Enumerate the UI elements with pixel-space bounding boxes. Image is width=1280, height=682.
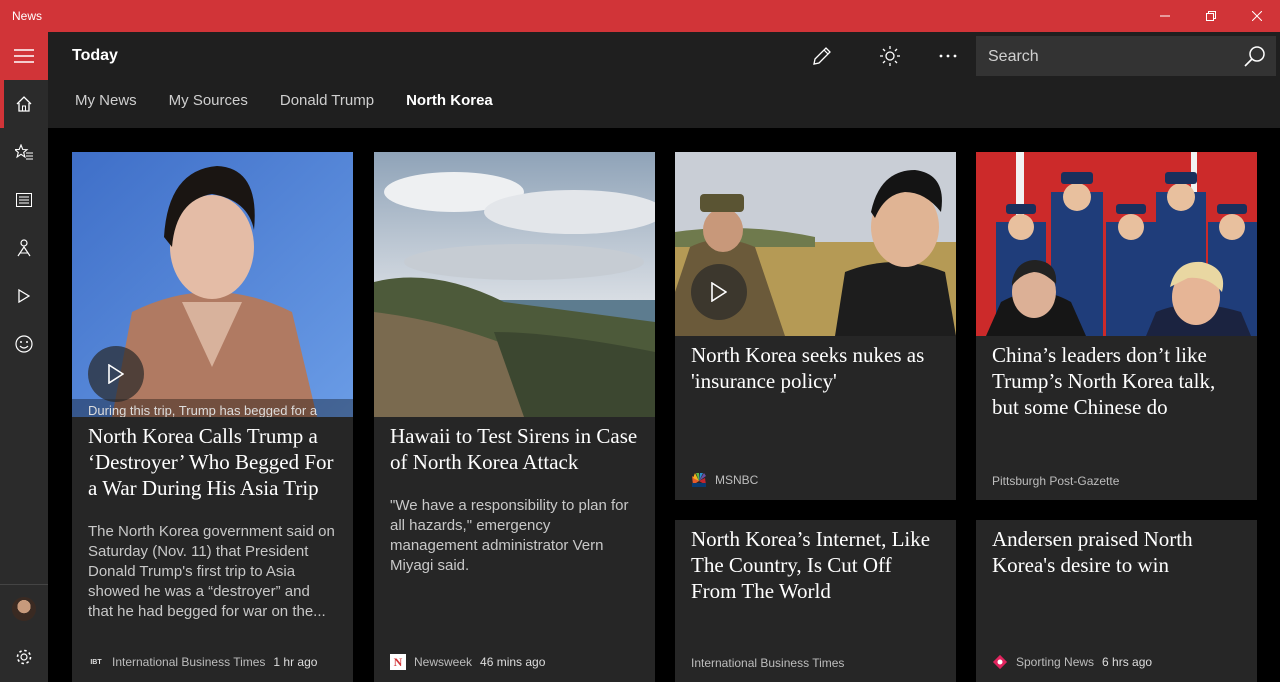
newsweek-logo: N	[390, 654, 406, 670]
source-name: International Business Times	[112, 655, 266, 669]
gear-icon	[16, 649, 32, 665]
topic-tabs: My News My Sources Donald Trump North Ko…	[75, 92, 525, 109]
rail-favorites[interactable]	[0, 128, 48, 176]
article-headline[interactable]: North Korea’s Internet, Like The Country…	[691, 526, 942, 604]
article-source: IBT International Business Times 1 hr ag…	[88, 654, 317, 670]
rail-video[interactable]	[0, 272, 48, 320]
article-headline[interactable]: Andersen praised North Korea's desire to…	[992, 526, 1243, 578]
title-bar: News	[0, 0, 1280, 32]
brightness-button[interactable]	[870, 38, 910, 74]
article-time: 46 mins ago	[480, 655, 546, 669]
search-input[interactable]: Search	[988, 48, 1039, 66]
sporting-news-logo	[992, 654, 1008, 670]
ibt-logo: IBT	[90, 658, 102, 666]
article-card[interactable]: Hawaii to Test Sirens in Case of North K…	[374, 152, 655, 682]
article-time: 1 hr ago	[273, 655, 318, 669]
app-title: News	[12, 9, 43, 23]
article-source: N Newsweek 46 mins ago	[390, 654, 545, 670]
tab-donald-trump[interactable]: Donald Trump	[280, 92, 374, 109]
msnbc-logo	[691, 472, 707, 488]
navigation-rail	[0, 32, 48, 682]
article-time: 6 hrs ago	[1102, 655, 1153, 669]
rail-home[interactable]	[0, 80, 48, 128]
rail-interests[interactable]	[0, 224, 48, 272]
rail-account[interactable]	[0, 585, 48, 633]
article-headline[interactable]: North Korea Calls Trump a ‘Destroyer’ Wh…	[88, 423, 339, 501]
home-icon	[16, 96, 32, 112]
search-box[interactable]: Search	[976, 36, 1276, 76]
article-source: MSNBC	[691, 472, 758, 488]
avatar	[12, 597, 36, 621]
restore-button[interactable]	[1188, 0, 1234, 32]
article-image	[374, 152, 655, 417]
close-icon	[1252, 11, 1262, 21]
article-source: International Business Times	[691, 656, 844, 670]
rail-settings[interactable]	[0, 633, 48, 681]
close-button[interactable]	[1234, 0, 1280, 32]
article-image: During this trip, Trump has begged for a	[72, 152, 353, 417]
article-card[interactable]: North Korea’s Internet, Like The Country…	[675, 520, 956, 682]
play-video-button[interactable]	[691, 264, 747, 320]
minimize-button[interactable]	[1142, 0, 1188, 32]
page-title: Today	[72, 47, 118, 64]
article-headline[interactable]: China’s leaders don’t like Trump’s North…	[992, 342, 1243, 420]
article-headline[interactable]: Hawaii to Test Sirens in Case of North K…	[390, 423, 641, 475]
article-image	[976, 152, 1257, 336]
article-card[interactable]: China’s leaders don’t like Trump’s North…	[976, 152, 1257, 500]
pencil-icon	[813, 47, 831, 65]
article-source: Pittsburgh Post-Gazette	[992, 474, 1119, 488]
favorites-icon	[15, 144, 33, 160]
source-name: MSNBC	[715, 473, 759, 487]
article-card[interactable]: Andersen praised North Korea's desire to…	[976, 520, 1257, 682]
tab-my-sources[interactable]: My Sources	[169, 92, 248, 109]
source-name: Newsweek	[414, 655, 473, 669]
article-headline[interactable]: North Korea seeks nukes as 'insurance po…	[691, 342, 942, 394]
more-options-button[interactable]	[928, 38, 968, 74]
video-play-icon	[18, 289, 30, 303]
rail-emoji[interactable]	[0, 320, 48, 368]
source-name: Pittsburgh Post-Gazette	[992, 474, 1120, 488]
article-card[interactable]: North Korea seeks nukes as 'insurance po…	[675, 152, 956, 500]
article-snippet: The North Korea government said on Satur…	[88, 523, 335, 620]
sun-icon	[880, 46, 900, 66]
person-interests-icon	[17, 239, 31, 257]
tab-my-news[interactable]: My News	[75, 92, 137, 109]
play-icon	[108, 364, 124, 384]
rail-local[interactable]	[0, 176, 48, 224]
app-header: Today Search My News My Sources Donald T…	[48, 32, 1280, 128]
search-icon[interactable]	[1244, 45, 1266, 67]
restore-icon	[1206, 11, 1216, 21]
article-image	[675, 152, 956, 336]
play-icon	[711, 282, 727, 302]
newspaper-icon	[16, 193, 32, 207]
hamburger-menu-button[interactable]	[0, 32, 48, 80]
article-snippet: "We have a responsibility to plan for al…	[390, 497, 629, 574]
minimize-icon	[1160, 15, 1170, 17]
article-card[interactable]: During this trip, Trump has begged for a…	[72, 152, 353, 682]
source-name: International Business Times	[691, 656, 845, 670]
more-dots-icon	[939, 54, 957, 58]
tab-north-korea[interactable]: North Korea	[406, 92, 493, 109]
edit-button[interactable]	[802, 38, 842, 74]
hamburger-icon	[14, 49, 34, 63]
source-name: Sporting News	[1016, 655, 1095, 669]
play-video-button[interactable]	[88, 346, 144, 402]
smiley-icon	[15, 335, 33, 353]
article-source: Sporting News 6 hrs ago	[992, 654, 1152, 670]
